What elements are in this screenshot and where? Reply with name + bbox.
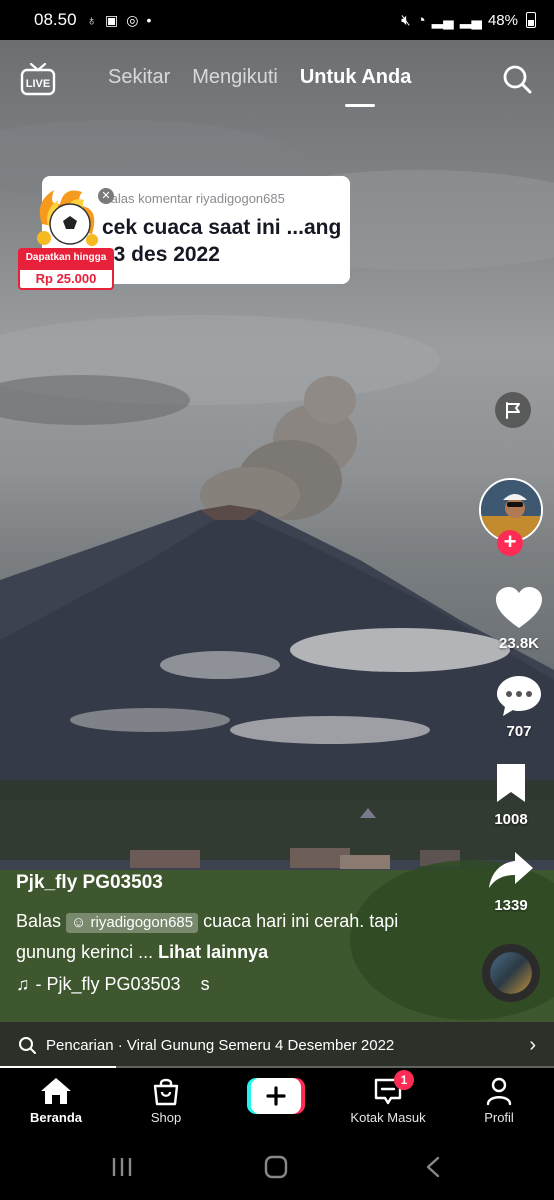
comment-icon [497,676,541,716]
search-small-icon [19,1037,36,1054]
nav-profile-label: Profil [484,1110,514,1125]
signal-icon-2: ▂▄ [459,12,482,29]
status-bar: 08.50 ♁ ▣ ◎ • 🔇︎ ◔ ▂▄ ▂▄ 48% [0,0,554,40]
search-suggestion-bar[interactable]: Pencarian · Viral Gunung Semeru 4 Desemb… [0,1022,554,1068]
like-button[interactable]: 23.8K [484,586,554,652]
bookmark-button[interactable]: 1008 [476,762,546,828]
flag-icon [506,402,520,419]
reply-text: cek cuaca saat ini ...ang , 3 des 2022 [102,216,342,266]
share-count: 1339 [494,897,528,914]
follow-button[interactable]: + [497,530,523,556]
music-disc[interactable] [482,944,540,1002]
home-system-icon[interactable] [264,1155,288,1179]
tab-untuk-anda[interactable]: Untuk Anda [300,66,411,107]
status-time: 08.50 [34,10,77,29]
bookmark-icon [497,764,525,802]
feed-tabs: Sekitar Mengikuti Untuk Anda [108,66,411,107]
caption-prefix: Balas [16,911,62,931]
shop-bag-icon [153,1078,179,1106]
bottom-nav: Beranda Shop 1 Kotak Masuk Profil [0,1068,554,1134]
nav-home[interactable]: Beranda [8,1076,104,1125]
like-count: 23.8K [498,635,540,652]
caption-text[interactable]: Balas ☺ riyadigogon685 cuaca hari ini ce… [16,906,456,968]
author-name[interactable]: Pjk_fly PG03503 [16,872,456,894]
share-button[interactable]: 1339 [476,848,546,914]
soccer-ball-icon [37,190,98,246]
signal-icon: ▂▄ [431,12,454,29]
nav-shop[interactable]: Shop [118,1076,214,1125]
top-nav: LIVE Sekitar Mengikuti Untuk Anda [0,52,554,108]
create-button[interactable] [247,1078,305,1114]
tab-mengikuti[interactable]: Mengikuti [192,66,278,89]
search-suggestion-text: Pencarian · Viral Gunung Semeru 4 Desemb… [46,1036,395,1054]
promo-label: Dapatkan hingga [18,248,114,268]
live-label: LIVE [26,78,50,90]
android-nav-bar [112,1155,440,1179]
android-system-nav [0,1134,554,1200]
mention-chip[interactable]: ☺ riyadigogon685 [66,913,199,933]
music-title-trail: s [200,974,210,994]
music-line[interactable]: ♫ - Pjk_fly PG03503 s [16,974,456,995]
tab-sekitar[interactable]: Sekitar [108,66,170,89]
promo-amount: Rp 25.000 [18,268,114,290]
bookmark-count: 1008 [494,811,528,828]
share-icon [489,852,533,888]
nav-home-label: Beranda [29,1110,83,1125]
promo-badge[interactable]: Dapatkan hingga Rp 25.000 [16,180,116,292]
video-caption: Pjk_fly PG03503 Balas ☺ riyadigogon685 c… [16,872,456,995]
mention-username: riyadigogon685 [90,914,194,931]
music-note-icon: ♫ [16,974,30,994]
nav-profile[interactable]: Profil [451,1076,547,1125]
comment-count: 707 [506,723,532,740]
recent-apps-icon[interactable] [112,1158,132,1176]
home-icon [41,1078,71,1104]
messenger-icon: ◎ [126,11,139,28]
profile-icon [486,1077,512,1106]
wifi-icon: ◔ [416,11,426,29]
nav-inbox[interactable]: 1 Kotak Masuk [340,1070,436,1125]
nav-inbox-label: Kotak Masuk [350,1110,426,1125]
see-more-link[interactable]: Lihat lainnya [158,942,268,962]
inbox-badge: 1 [394,1070,414,1090]
live-icon[interactable]: LIVE [20,62,56,96]
comment-button[interactable]: 707 [484,674,554,740]
search-icon[interactable] [502,64,532,94]
music-disc-cover [490,952,532,994]
gallery-icon: ▣ [105,11,119,28]
reply-header: Balas komentar riyadigogon685 [102,191,285,206]
battery-percent: 48% [487,11,518,29]
dot-icon: • [146,12,152,28]
back-icon[interactable] [426,1156,440,1178]
music-title: - Pjk_fly PG03503 [35,974,181,994]
mute-icon: 🔇︎ [401,11,411,29]
heart-icon [496,587,542,628]
nav-shop-label: Shop [150,1110,182,1125]
report-flag-button[interactable] [495,392,531,428]
battery-icon [526,12,536,28]
chevron-right-icon: › [529,1033,536,1056]
bike-icon: ♁ [86,12,98,28]
